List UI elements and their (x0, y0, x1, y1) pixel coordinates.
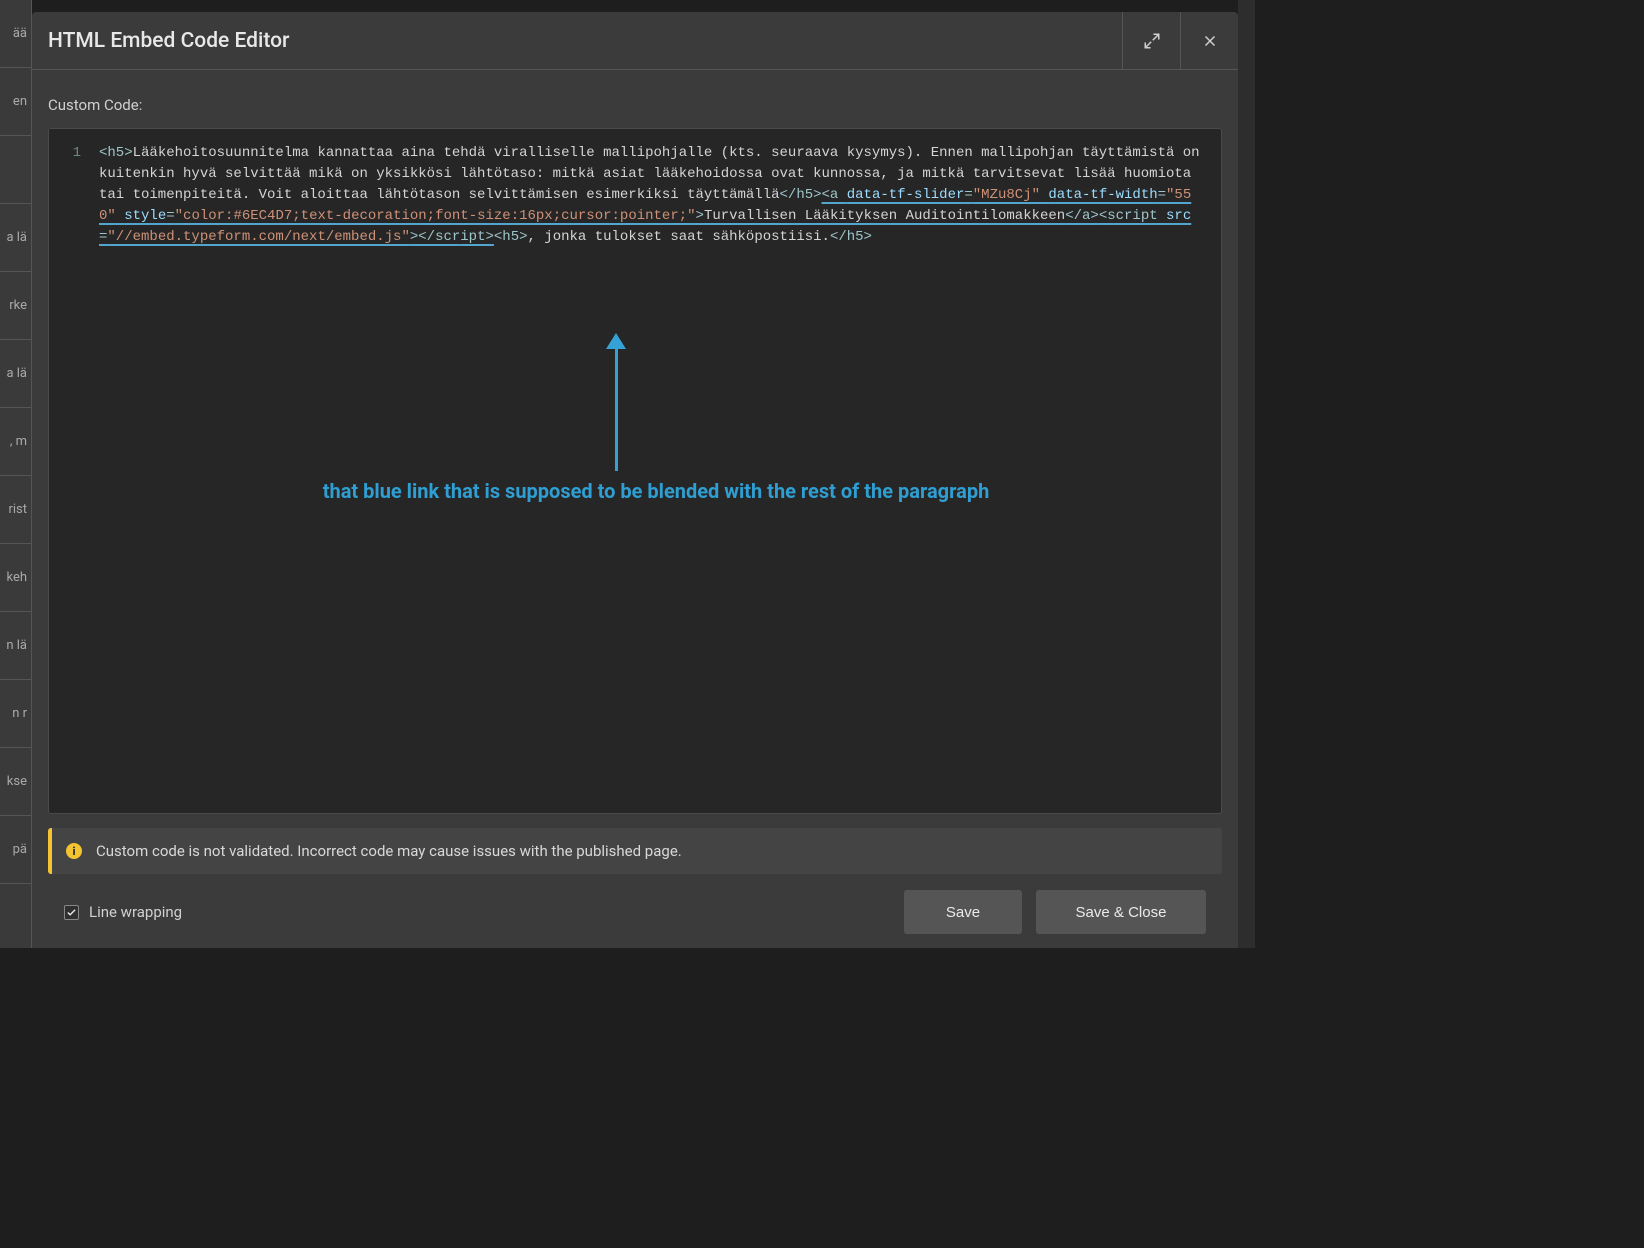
custom-code-label: Custom Code: (48, 96, 1222, 114)
bg-cell: keh (0, 544, 31, 612)
bg-cell (0, 136, 31, 204)
bg-cell: a lä (0, 204, 31, 272)
eq-token: = (1158, 187, 1166, 203)
modal-body: Custom Code: 1 <h5>Lääkehoitosuunnitelma… (32, 70, 1238, 948)
line-wrapping-option[interactable]: Line wrapping (64, 903, 890, 921)
save-and-close-button[interactable]: Save & Close (1036, 890, 1206, 934)
tag-token: <h5> (494, 229, 528, 245)
expand-button[interactable] (1122, 12, 1180, 70)
tag-token: <a (822, 187, 847, 203)
expand-icon (1143, 32, 1161, 50)
background-left-column: ää en a lä rke a lä , m rist keh n lä n … (0, 0, 32, 948)
line-number: 1 (49, 143, 81, 164)
modal-title: HTML Embed Code Editor (48, 29, 1122, 53)
bg-cell: en (0, 68, 31, 136)
eq-token: = (964, 187, 972, 203)
eq-token: = (166, 208, 174, 224)
info-icon: i (66, 843, 82, 859)
attr-token: data-tf-width (1048, 187, 1157, 203)
bg-cell: n r (0, 680, 31, 748)
space-token (116, 208, 124, 224)
warning-message: Custom code is not validated. Incorrect … (96, 842, 682, 860)
validation-warning: i Custom code is not validated. Incorrec… (48, 828, 1222, 874)
tag-token: </a> (1065, 208, 1099, 224)
annotation-arrow-icon (601, 333, 631, 473)
string-token: "color:#6EC4D7;text-decoration;font-size… (175, 208, 696, 224)
bg-cell: rist (0, 476, 31, 544)
html-embed-modal: HTML Embed Code Editor Custom Code: 1 <h… (32, 12, 1238, 948)
line-number-gutter: 1 (49, 129, 91, 813)
tag-token: ></scr (410, 229, 460, 245)
code-editor[interactable]: 1 <h5>Lääkehoitosuunnitelma kannattaa ai… (48, 128, 1222, 814)
tag-token: ipt> (460, 229, 494, 245)
background-right-column (1238, 0, 1255, 948)
tag-token: <script (1099, 208, 1166, 224)
bg-cell: kse (0, 748, 31, 816)
close-button[interactable] (1180, 12, 1238, 70)
code-textarea[interactable]: <h5>Lääkehoitosuunnitelma kannattaa aina… (91, 129, 1221, 813)
attr-token: data-tf-slider (847, 187, 965, 203)
string-token: "//embed.typeform.com/next/embed.js" (107, 229, 409, 245)
close-icon (1201, 32, 1219, 50)
save-button[interactable]: Save (904, 890, 1022, 934)
text-token: , jonka tulokset saat sähköpostiisi. (528, 229, 830, 245)
tag-token: <h5> (99, 145, 133, 161)
bg-cell: rke (0, 272, 31, 340)
bg-cell: n lä (0, 612, 31, 680)
modal-footer: Line wrapping Save Save & Close (48, 874, 1222, 948)
attr-token: src (1166, 208, 1191, 224)
tag-token: </h5> (830, 229, 872, 245)
tag-token: > (696, 208, 704, 224)
tag-token: </h5> (780, 187, 822, 203)
annotation-text: that blue link that is supposed to be bl… (91, 481, 1221, 502)
check-icon (66, 907, 77, 918)
text-token: Turvallisen Lääkityksen Auditointilomakk… (704, 208, 1065, 224)
line-wrapping-label: Line wrapping (89, 903, 182, 921)
modal-header: HTML Embed Code Editor (32, 12, 1238, 70)
string-token: "MZu8Cj" (973, 187, 1040, 203)
line-wrapping-checkbox[interactable] (64, 905, 79, 920)
bg-cell: pä (0, 816, 31, 884)
bg-cell: ää (0, 0, 31, 68)
bg-cell: a lä (0, 340, 31, 408)
bg-cell: , m (0, 408, 31, 476)
attr-token: style (124, 208, 166, 224)
